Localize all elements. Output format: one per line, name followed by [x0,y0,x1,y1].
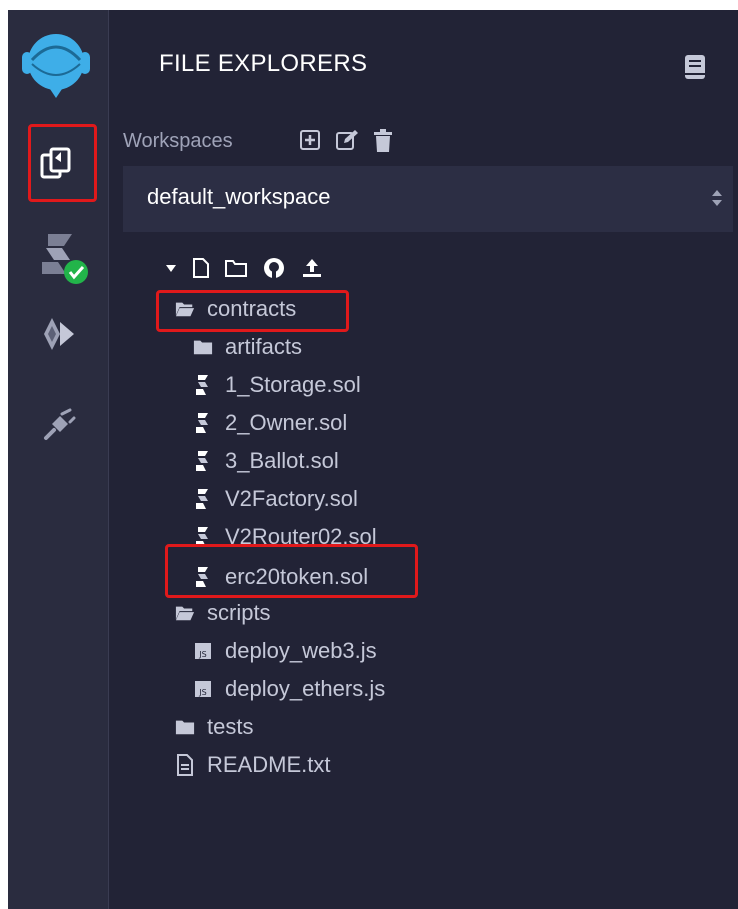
svg-text:JS: JS [198,650,206,659]
folder-label: artifacts [225,334,303,359]
file-label: 1_Storage.sol [225,372,361,397]
upload-icon[interactable] [300,256,324,280]
file-label: deploy_web3.js [225,638,377,663]
create-workspace-icon[interactable] [299,129,321,151]
file-readme[interactable]: README.txt [175,750,330,780]
workspace-select-value: default_workspace [147,184,331,209]
file-item[interactable]: JS deploy_ethers.js [193,674,385,704]
remix-logo-icon[interactable] [18,24,94,104]
delete-workspace-icon[interactable] [373,129,393,153]
folder-label: tests [207,714,254,739]
erc20token-highlight [165,544,418,598]
solidity-file-icon [193,413,213,433]
folder-tests[interactable]: tests [175,712,253,742]
file-item[interactable]: V2Factory.sol [193,484,358,514]
text-file-icon [175,754,195,776]
solidity-file-icon [193,489,213,509]
github-icon[interactable] [262,256,286,280]
js-file-icon: JS [193,679,213,699]
file-label: V2Factory.sol [225,486,358,511]
js-file-icon: JS [193,641,213,661]
rename-workspace-icon[interactable] [335,129,359,151]
svg-text:JS: JS [198,688,206,697]
solidity-compiler-icon[interactable] [40,232,92,290]
contracts-highlight [156,290,349,332]
file-label: deploy_ethers.js [225,676,386,701]
file-item[interactable]: 2_Owner.sol [193,408,347,438]
workspaces-label: Workspaces [123,130,233,152]
panel-title: FILE EXPLORERS [159,50,368,77]
file-label: 3_Ballot.sol [225,448,339,473]
file-explorer-panel: FILE EXPLORERS Workspaces default_worksp… [109,10,738,909]
solidity-file-icon [193,375,213,395]
remix-window: FILE EXPLORERS Workspaces default_worksp… [8,10,738,909]
collapse-caret-icon[interactable] [164,261,178,275]
file-item[interactable]: JS deploy_web3.js [193,636,377,666]
folder-label: scripts [207,600,271,625]
file-item[interactable]: 3_Ballot.sol [193,446,339,476]
icon-sidebar [8,10,109,909]
folder-closed-icon [193,337,213,357]
file-label: 2_Owner.sol [225,410,348,435]
documentation-icon[interactable] [684,54,706,80]
deploy-run-icon[interactable] [42,316,78,352]
new-file-icon[interactable] [192,257,210,279]
plugin-manager-icon[interactable] [40,408,76,444]
tree-actions [164,256,324,280]
solidity-file-icon [193,451,213,471]
folder-scripts[interactable]: scripts [175,598,271,628]
folder-open-icon [175,603,195,623]
file-item[interactable]: 1_Storage.sol [193,370,361,400]
select-caret-icon [712,190,722,206]
file-explorer-highlight [28,124,97,202]
workspace-select[interactable]: default_workspace [123,166,733,232]
new-folder-icon[interactable] [224,258,248,278]
folder-closed-icon [175,717,195,737]
folder-artifacts[interactable]: artifacts [193,332,302,362]
file-label: README.txt [207,752,331,777]
workspace-actions [299,129,393,153]
